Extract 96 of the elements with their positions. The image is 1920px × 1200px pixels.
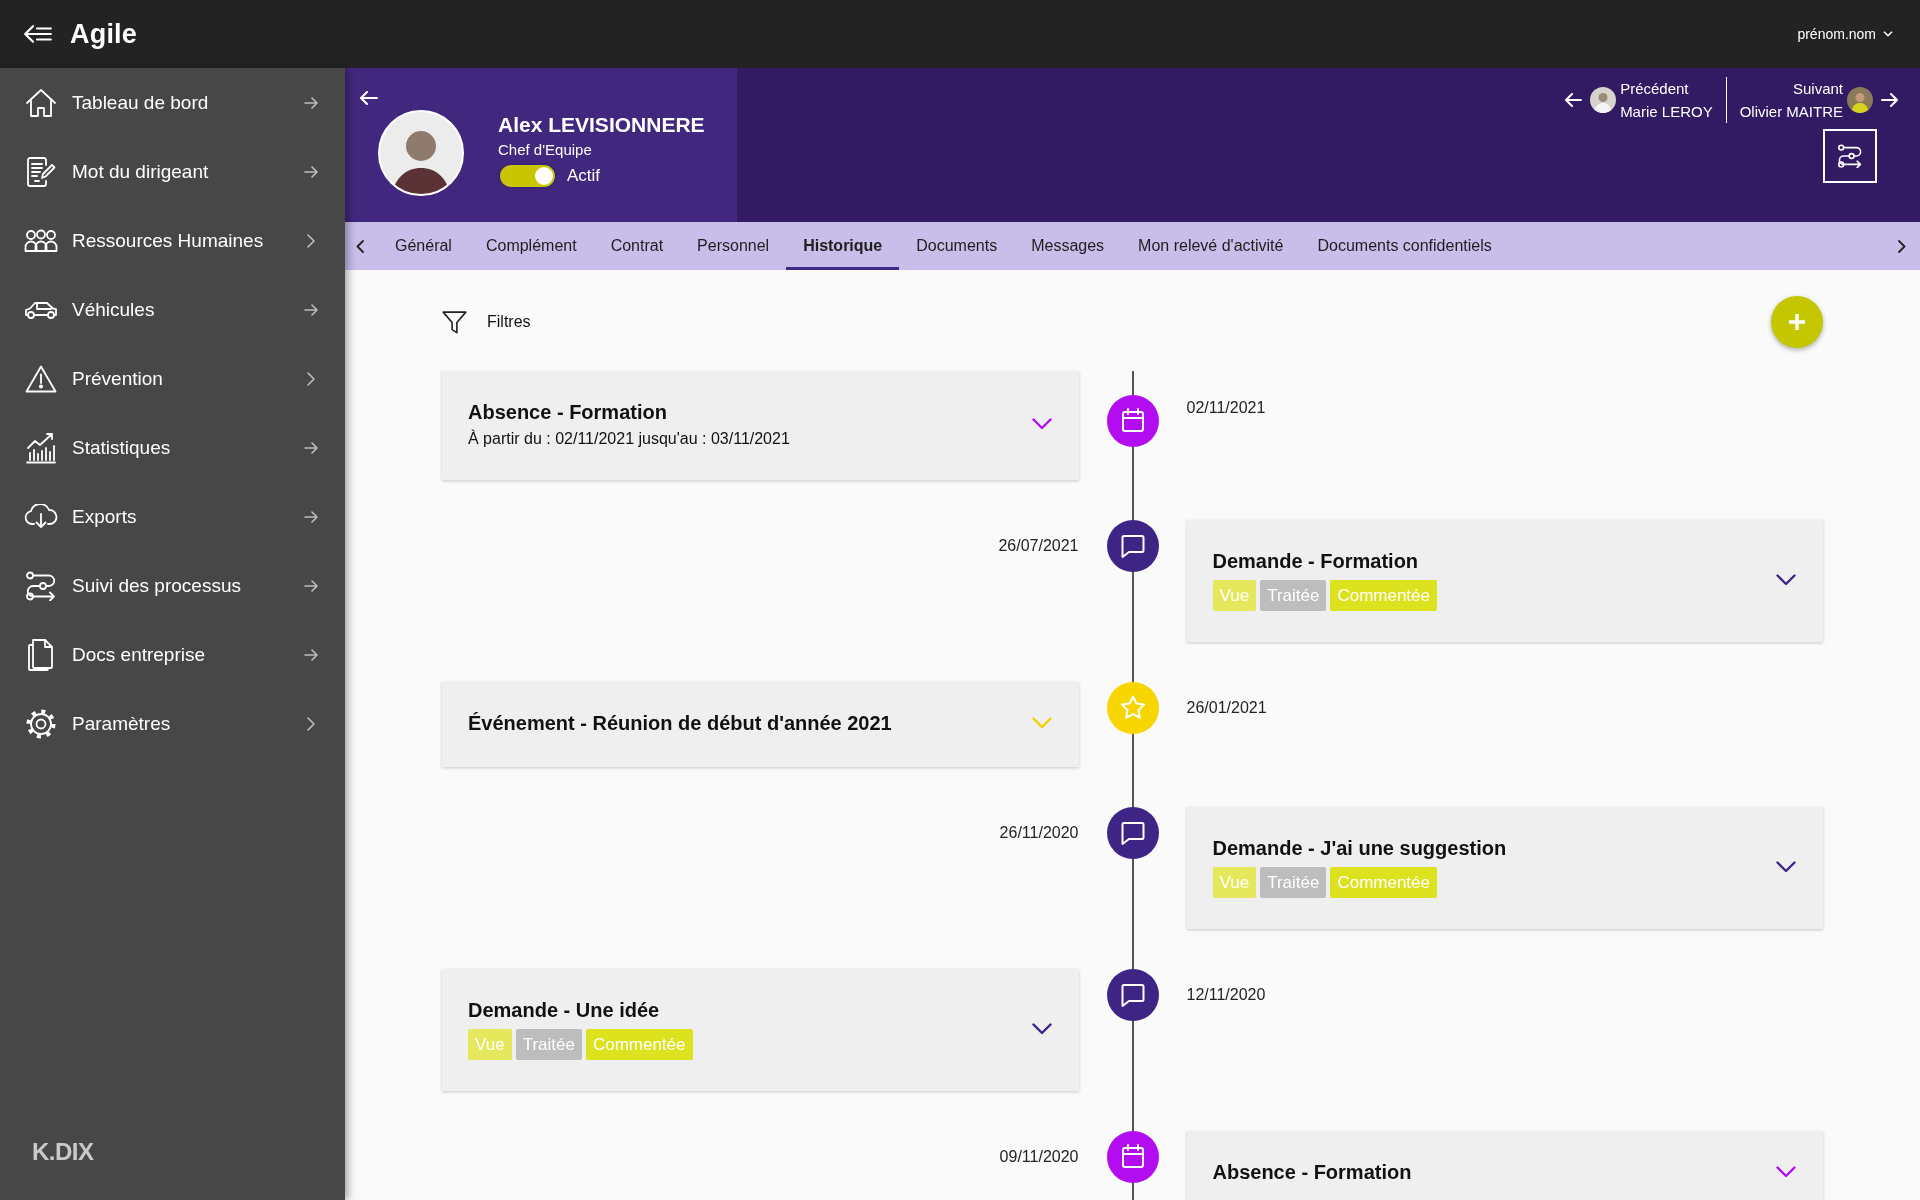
status-tag: Commentée xyxy=(1330,580,1437,611)
chevron-down-icon[interactable] xyxy=(1776,860,1796,873)
car-icon xyxy=(24,299,58,320)
avatar-icon xyxy=(378,110,464,196)
arrow-right-icon xyxy=(304,96,318,109)
chevron-right-icon xyxy=(307,233,315,248)
caret-icon xyxy=(1883,31,1893,37)
menu-icon[interactable] xyxy=(24,25,52,43)
route-icon xyxy=(25,570,57,601)
event-date: 26/11/2020 xyxy=(999,823,1079,843)
arrow-right-icon xyxy=(304,579,318,592)
previous-label: Précédent xyxy=(1620,79,1689,99)
status-tag: Traitée xyxy=(1260,867,1327,898)
tab[interactable]: Messages xyxy=(1014,222,1122,270)
chevron-left-icon[interactable] xyxy=(356,239,364,253)
document-pen-icon xyxy=(26,155,56,188)
tab[interactable]: Général xyxy=(378,222,469,270)
sidebar-item[interactable]: Ressources Humaines xyxy=(0,206,345,275)
previous-employee-name[interactable]: Marie LEROY xyxy=(1620,100,1713,123)
employee-name: Alex LEVISIONNERE xyxy=(498,113,705,137)
status-tag: Vue xyxy=(1212,867,1257,898)
sidebar-item[interactable]: Prévention xyxy=(0,344,345,413)
avatar-icon xyxy=(1590,87,1617,113)
arrow-right-icon xyxy=(304,165,318,178)
avatar-icon xyxy=(1847,87,1873,113)
sidebar-item[interactable]: Mot du dirigeant xyxy=(0,137,345,206)
status-label: Actif xyxy=(567,166,601,186)
chevron-right-icon[interactable] xyxy=(1898,239,1906,253)
arrow-right-icon xyxy=(304,303,318,316)
user-menu[interactable]: prénom.nom xyxy=(1797,26,1893,42)
plus-icon xyxy=(1789,314,1805,330)
process-button[interactable] xyxy=(1823,129,1877,183)
sidebar-item[interactable]: Exports xyxy=(0,482,345,551)
sidebar-item[interactable]: Paramètres xyxy=(0,689,345,758)
sidebar-item[interactable]: Statistiques xyxy=(0,413,345,482)
status-tag: Traitée xyxy=(515,1029,582,1060)
tab[interactable]: Documents confidentiels xyxy=(1300,222,1509,270)
tab[interactable]: Personnel xyxy=(680,222,787,270)
route-icon xyxy=(1837,144,1863,168)
sidebar-item[interactable]: Véhicules xyxy=(0,275,345,344)
status-toggle[interactable] xyxy=(498,163,557,189)
filter-icon xyxy=(442,310,467,334)
event-date: 02/11/2021 xyxy=(1186,398,1266,418)
brand-logo: K.DIX xyxy=(32,1138,94,1166)
tab[interactable]: Mon relevé d'activité xyxy=(1121,222,1301,270)
event-period: À partir du : 02/11/2021 jusqu'au : 03/11/2021 xyxy=(468,428,790,449)
chevron-down-icon[interactable] xyxy=(1031,1022,1052,1035)
calendar-icon xyxy=(1106,395,1159,447)
chevron-right-icon xyxy=(307,371,315,386)
chevron-right-icon xyxy=(307,716,315,731)
next-employee-name[interactable]: Olivier MAITRE xyxy=(1739,100,1843,123)
status-tag: Traitée xyxy=(1260,580,1327,611)
app-logo: Agile xyxy=(70,18,137,50)
event-date: 26/07/2021 xyxy=(998,536,1079,556)
gear-icon xyxy=(25,707,57,740)
warning-icon xyxy=(25,364,57,393)
speech-bubble-icon xyxy=(1106,520,1159,572)
sidebar-item[interactable]: Suivi des processus xyxy=(0,551,345,620)
tab[interactable]: Contrat xyxy=(593,222,681,270)
event-title: Demande - Une idée xyxy=(468,998,660,1023)
documents-icon xyxy=(27,637,55,672)
back-arrow-icon[interactable] xyxy=(360,91,378,105)
status-tag: Vue xyxy=(1212,580,1257,611)
arrow-right-icon[interactable] xyxy=(1881,93,1898,107)
status-tag: Vue xyxy=(468,1029,512,1060)
chart-icon xyxy=(25,431,57,464)
event-date: 26/01/2021 xyxy=(1186,698,1267,718)
event-title: Absence - Formation xyxy=(1212,1160,1412,1185)
speech-bubble-icon xyxy=(1106,807,1159,859)
status-tag: Commentée xyxy=(585,1029,693,1060)
event-title: Demande - Formation xyxy=(1212,549,1419,574)
arrow-right-icon xyxy=(304,441,318,454)
tab[interactable]: Complément xyxy=(468,222,594,270)
chevron-down-icon[interactable] xyxy=(1776,573,1796,586)
cloud-download-icon xyxy=(24,503,58,530)
event-title: Absence - Formation xyxy=(468,400,667,425)
arrow-right-icon xyxy=(304,510,318,523)
tab[interactable]: Documents xyxy=(899,222,1015,270)
chevron-down-icon[interactable] xyxy=(1031,418,1052,430)
event-date: 12/11/2020 xyxy=(1186,985,1266,1005)
next-label: Suivant xyxy=(1792,79,1843,99)
event-date: 09/11/2020 xyxy=(999,1147,1079,1167)
event-title: Demande - J'ai une suggestion xyxy=(1212,836,1507,861)
sidebar-item[interactable]: Tableau de bord xyxy=(0,68,345,137)
filter-button[interactable]: Filtres xyxy=(442,310,531,334)
event-title: Événement - Réunion de début d'année 2021 xyxy=(468,711,892,736)
arrow-left-icon[interactable] xyxy=(1565,93,1583,107)
sidebar-item[interactable]: Docs entreprise xyxy=(0,620,345,689)
home-icon xyxy=(25,87,57,118)
people-icon xyxy=(24,228,58,253)
job-title: Chef d'Equipe xyxy=(498,140,592,159)
speech-bubble-icon xyxy=(1106,969,1159,1021)
arrow-right-icon xyxy=(304,648,318,661)
status-tag: Commentée xyxy=(1330,867,1437,898)
calendar-icon xyxy=(1106,1131,1159,1183)
chevron-down-icon[interactable] xyxy=(1776,1166,1796,1178)
